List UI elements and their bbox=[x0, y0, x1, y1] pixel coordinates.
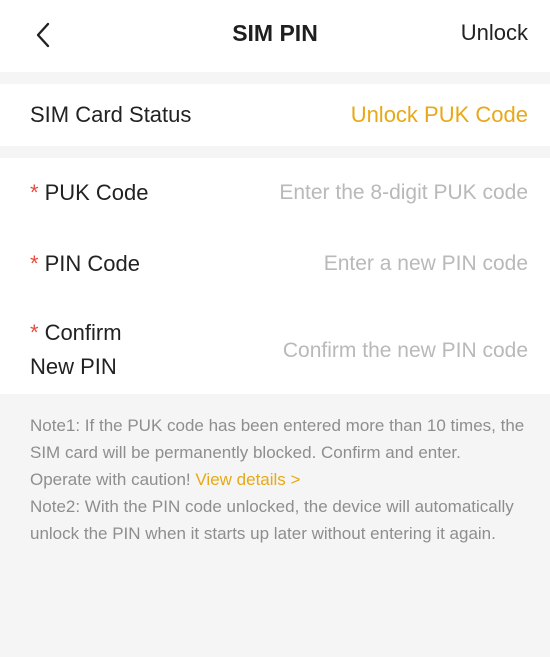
puk-code-input[interactable] bbox=[208, 176, 528, 210]
puk-code-row: * PUK Code bbox=[0, 176, 550, 210]
confirm-pin-row: * Confirm New PIN bbox=[0, 316, 550, 384]
view-details-link[interactable]: View details > bbox=[195, 470, 300, 489]
notes-block: Note1: If the PUK code has been entered … bbox=[30, 412, 525, 547]
confirm-pin-input[interactable] bbox=[208, 334, 528, 368]
pin-code-row: * PIN Code bbox=[0, 247, 550, 281]
required-mark: * bbox=[30, 180, 39, 205]
pin-code-label-text: PIN Code bbox=[44, 251, 140, 276]
sim-status-label: SIM Card Status bbox=[30, 102, 192, 127]
required-mark: * bbox=[30, 320, 39, 345]
unlock-button[interactable]: Unlock bbox=[461, 20, 528, 46]
note-2: Note2: With the PIN code unlocked, the d… bbox=[30, 497, 514, 543]
confirm-pin-label-line1: Confirm bbox=[44, 320, 122, 345]
header-bar: SIM PIN Unlock bbox=[0, 0, 550, 72]
pin-code-label: * PIN Code bbox=[30, 247, 140, 281]
pin-code-input[interactable] bbox=[208, 247, 528, 281]
sim-pin-page: SIM PIN Unlock SIM Card Status Unlock PU… bbox=[0, 0, 550, 657]
sim-status-value[interactable]: Unlock PUK Code bbox=[351, 102, 528, 128]
back-button[interactable] bbox=[28, 18, 58, 52]
sim-status-row: SIM Card Status Unlock PUK Code bbox=[0, 84, 550, 146]
chevron-left-icon bbox=[36, 22, 50, 48]
required-mark: * bbox=[30, 251, 39, 276]
unlock-form: *PUK Code *PIN Code *Confirm New PIN bbox=[0, 158, 550, 394]
confirm-pin-label-line2: New PIN bbox=[30, 354, 117, 379]
confirm-pin-label: * Confirm bbox=[30, 316, 122, 350]
puk-code-label: * PUK Code bbox=[30, 176, 149, 210]
puk-code-label-text: PUK Code bbox=[44, 180, 149, 205]
